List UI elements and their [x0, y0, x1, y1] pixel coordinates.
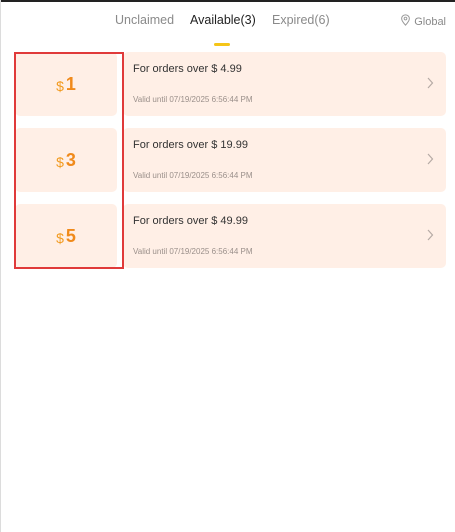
coupon-validity: Valid until 07/19/2025 6:56:44 PM: [133, 247, 253, 256]
coupon-condition: For orders over $ 4.99: [133, 63, 242, 75]
coupon-details[interactable]: For orders over $ 4.99 Valid until 07/19…: [123, 52, 446, 116]
window-top-border: [0, 0, 455, 2]
chevron-right-icon[interactable]: [426, 153, 434, 165]
coupon-condition: For orders over $ 19.99: [133, 139, 248, 151]
tab-expired[interactable]: Expired(6): [272, 13, 330, 27]
amount-highlight-box: [14, 52, 124, 269]
coupon-condition: For orders over $ 49.99: [133, 215, 248, 227]
tab-available[interactable]: Available(3): [190, 13, 256, 27]
chevron-right-icon[interactable]: [426, 229, 434, 241]
coupon-validity: Valid until 07/19/2025 6:56:44 PM: [133, 171, 253, 180]
region-selector[interactable]: Global: [400, 14, 446, 29]
coupon-details[interactable]: For orders over $ 19.99 Valid until 07/1…: [123, 128, 446, 192]
coupon-details[interactable]: For orders over $ 49.99 Valid until 07/1…: [123, 204, 446, 268]
coupon-validity: Valid until 07/19/2025 6:56:44 PM: [133, 95, 253, 104]
chevron-right-icon[interactable]: [426, 77, 434, 89]
location-pin-icon: [400, 14, 411, 29]
window-left-border: [0, 0, 1, 532]
tab-unclaimed[interactable]: Unclaimed: [115, 13, 174, 27]
region-label: Global: [414, 15, 446, 28]
active-tab-indicator: [214, 43, 230, 46]
coupon-tabs: Unclaimed Available(3) Expired(6): [0, 13, 455, 46]
